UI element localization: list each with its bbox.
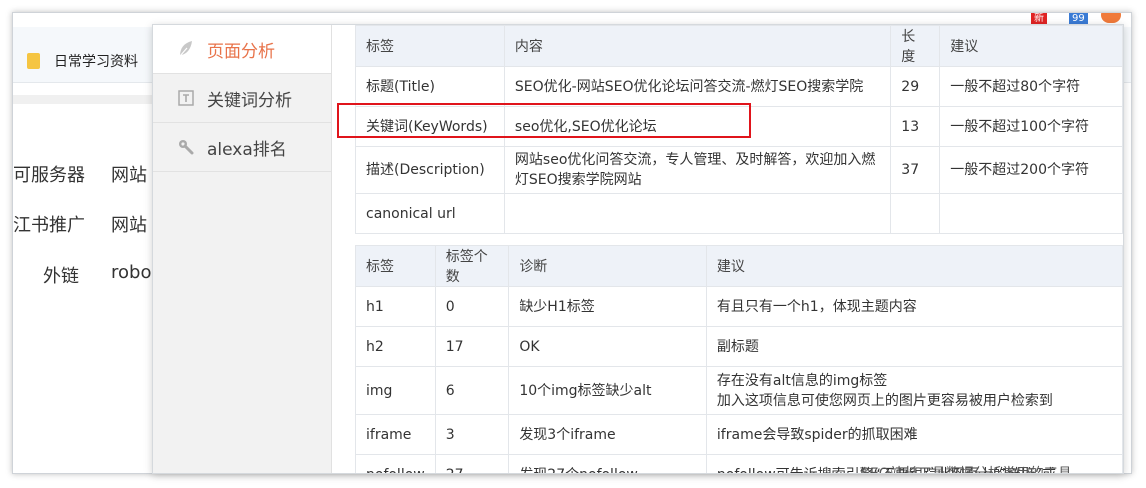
table-row: h2 17 OK 副标题	[355, 326, 1123, 367]
table-row: 关键词(KeyWords) seo优化,SEO优化论坛 13 一般不超过100个…	[355, 106, 1123, 147]
advice-cell	[939, 193, 1123, 234]
bg-nav-site-2[interactable]: 网站	[111, 211, 147, 237]
content-cell	[503, 193, 892, 234]
table-row: iframe 3 发现3个iframe iframe会导致spider的抓取困难	[355, 414, 1123, 455]
advice-cell: 存在没有alt信息的img标签 加入这项信息可使您网页上的图片更容易被用户检索到	[705, 366, 1123, 415]
advice-cell: 有且只有一个h1，体现主题内容	[705, 286, 1123, 327]
meta-table: 标签 内容 长度 建议 标题(Title) SEO优化-网站SEO优化论坛问答交…	[355, 25, 1123, 234]
tag-cell: nofollow	[355, 454, 436, 473]
underlying-page-text: SEO站长工具数据分析常用的工具	[861, 463, 1072, 473]
advice-cell: 一般不超过80个字符	[939, 66, 1123, 107]
table-row: 标题(Title) SEO优化-网站SEO优化论坛问答交流-燃灯SEO搜索学院 …	[355, 66, 1123, 107]
content-cell: 网站seo优化问答交流，专人管理、及时解答，欢迎加入燃灯SEO搜索学院网站	[503, 146, 892, 194]
column-header: 诊断	[508, 245, 707, 287]
tag-cell: 关键词(KeyWords)	[355, 106, 505, 147]
wrench-icon	[177, 138, 195, 156]
seo-analysis-popup: 页面分析 关键词分析 alexa排名 标签 内容 长度 建议 标题(Title)…	[152, 24, 1124, 474]
tag-cell: canonical url	[355, 193, 505, 234]
sidebar-item-label: alexa排名	[207, 139, 287, 160]
tag-diagnosis-table: 标签 标签个数 诊断 建议 h1 0 缺少H1标签 有且只有一个h1，体现主题内…	[355, 245, 1123, 473]
extension-icon[interactable]	[1101, 13, 1121, 23]
bg-nav-server[interactable]: 可服务器	[13, 161, 85, 187]
table-row: canonical url	[355, 193, 1123, 234]
column-header: 内容	[503, 25, 892, 67]
tag-cell: 描述(Description)	[355, 146, 505, 194]
count-cell: 27	[434, 454, 510, 473]
column-header: 标签	[355, 25, 505, 67]
leaf-icon	[177, 40, 195, 58]
sidebar-item-page-analysis[interactable]: 页面分析	[153, 25, 331, 74]
analysis-content: 标签 内容 长度 建议 标题(Title) SEO优化-网站SEO优化论坛问答交…	[331, 25, 1123, 473]
advice-cell: 一般不超过100个字符	[939, 106, 1123, 147]
advice-cell: 副标题	[705, 326, 1123, 367]
sidebar-item-label: 关键词分析	[207, 90, 292, 111]
count-cell: 3	[434, 414, 510, 455]
table-row: h1 0 缺少H1标签 有且只有一个h1，体现主题内容	[355, 286, 1123, 327]
bg-nav-site-1[interactable]: 网站	[111, 161, 147, 187]
diag-cell: 10个img标签缺少alt	[508, 366, 707, 415]
tag-cell: h1	[355, 286, 436, 327]
advice-cell: 一般不超过200个字符	[939, 146, 1123, 194]
tag-cell: h2	[355, 326, 436, 367]
folder-icon	[27, 53, 40, 69]
content-cell: SEO优化-网站SEO优化论坛问答交流-燃灯SEO搜索学院	[503, 66, 892, 107]
table-header-row: 标签 内容 长度 建议	[355, 25, 1123, 67]
count-cell: 6	[434, 366, 510, 415]
background-divider	[13, 95, 163, 104]
diag-cell: 发现3个iframe	[508, 414, 707, 455]
count-cell: 0	[434, 286, 510, 327]
length-cell	[890, 193, 941, 234]
length-cell: 29	[890, 66, 941, 107]
column-header: 标签	[355, 245, 436, 287]
bookmark-label: 日常学习资料	[54, 54, 138, 70]
popup-sidebar: 页面分析 关键词分析 alexa排名	[153, 25, 332, 473]
table-header-row: 标签 标签个数 诊断 建议	[355, 245, 1123, 287]
count-cell: 17	[434, 326, 510, 367]
tag-cell: iframe	[355, 414, 436, 455]
length-cell: 37	[890, 146, 941, 194]
diag-cell: 缺少H1标签	[508, 286, 707, 327]
advice-cell: iframe会导致spider的抓取困难	[705, 414, 1123, 455]
sidebar-item-alexa-rank[interactable]: alexa排名	[153, 123, 331, 172]
diag-cell: 发现27个nofollow	[508, 454, 707, 473]
table-row: 描述(Description) 网站seo优化问答交流，专人管理、及时解答，欢迎…	[355, 146, 1123, 194]
diag-cell: OK	[508, 326, 707, 367]
column-header: 建议	[705, 245, 1123, 287]
bookmark-folder[interactable]: 日常学习资料	[27, 51, 138, 71]
bg-nav-promo[interactable]: 江书推广	[13, 211, 85, 237]
column-header: 标签个数	[434, 245, 510, 287]
sidebar-item-keyword-analysis[interactable]: 关键词分析	[153, 74, 331, 123]
tag-cell: 标题(Title)	[355, 66, 505, 107]
bg-nav-robots[interactable]: robo	[111, 262, 151, 283]
tag-cell: img	[355, 366, 436, 415]
sidebar-item-label: 页面分析	[207, 41, 275, 62]
column-header: 长度	[890, 25, 941, 67]
length-cell: 13	[890, 106, 941, 147]
bg-nav-links[interactable]: 外链	[43, 262, 79, 288]
column-header: 建议	[939, 25, 1123, 67]
table-row: img 6 10个img标签缺少alt 存在没有alt信息的img标签 加入这项…	[355, 366, 1123, 415]
text-icon	[177, 89, 195, 107]
content-cell: seo优化,SEO优化论坛	[503, 106, 892, 147]
